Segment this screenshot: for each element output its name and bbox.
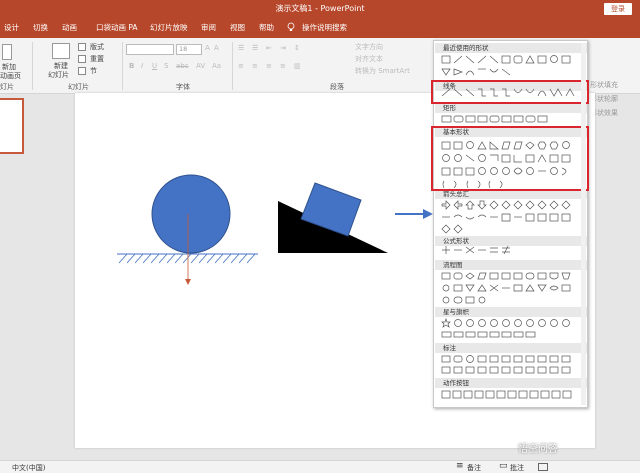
align-right-icon[interactable]: ≡ [266,62,272,70]
new-slide-icon[interactable] [52,43,70,59]
align-left-icon[interactable]: ≡ [238,62,244,70]
tell-me-search[interactable]: 操作说明搜索 [302,22,347,33]
separator [122,42,123,90]
group-label-slides: 幻灯片 [68,83,89,91]
basic-shapes-highlight-box [431,126,589,191]
tab-view[interactable]: 视图 [230,22,245,33]
shape-fill-button[interactable]: 形状填充 [590,80,640,90]
grow-font-icon[interactable]: A [205,44,210,52]
section-icon [78,67,86,75]
columns-icon[interactable]: ▥ [294,62,301,70]
notes-button[interactable]: 备注 [467,463,481,473]
slide-thumbnail-pane [0,94,28,460]
layout-button[interactable]: 版式 [90,42,104,52]
watermark-text: 悟空问答 [518,444,558,455]
separator [32,42,33,90]
normal-view-button[interactable] [538,463,548,471]
increase-indent-icon[interactable]: ⇥ [280,44,286,52]
shapes-gallery[interactable]: 最近使用的形状 线条 矩形 基本形状 箭头总汇 公式形状 流程图 星与旗帜 标注… [431,40,589,408]
italic-button[interactable]: I [141,62,143,70]
group-label-paragraph: 段落 [330,83,344,91]
char-spacing-icon[interactable]: AV [196,62,205,70]
tab-design[interactable]: 设计 [4,22,19,33]
slide-thumbnail[interactable] [0,98,24,154]
pointer-arrow-head [423,209,433,219]
shape-effects-button[interactable]: 形状效果 [590,108,640,118]
shrink-font-icon[interactable]: A [214,44,219,52]
separator [232,42,233,90]
bold-button[interactable]: B [129,62,134,70]
tab-help[interactable]: 帮助 [259,22,274,33]
font-name-combo[interactable] [126,44,174,55]
convert-smartart-button[interactable]: 转换为 SmartArt [355,66,410,76]
change-case-icon[interactable]: Aa [212,62,221,70]
ribbon-tabs: 设计 切换 动画 口袋动画 PA 幻灯片放映 审阅 视图 帮助 操作说明搜索 [0,18,640,38]
login-button[interactable]: 登录 [604,3,632,15]
title-bar: 演示文稿1 - PowerPoint 登录 [0,0,640,18]
tab-review[interactable]: 审阅 [201,22,216,33]
text-direction-button[interactable]: 文字方向 [355,42,383,52]
align-text-button[interactable]: 对齐文本 [355,54,383,64]
add-animation-icon[interactable] [2,44,12,60]
window-title: 演示文稿1 - PowerPoint [275,4,365,13]
section-button[interactable]: 节 [90,66,97,76]
blue-circle-shape[interactable] [151,174,231,254]
status-bar: 中文(中国) ≡ 备注 ▭ 批注 [0,460,640,473]
tab-animations[interactable]: 动画 [62,22,77,33]
group-label-font: 字体 [176,83,190,91]
language-indicator[interactable]: 中文(中国) [12,463,45,473]
lines-highlight-box [431,80,589,104]
justify-icon[interactable]: ≡ [280,62,286,70]
group-label-left: 灯片 [0,83,14,91]
underline-button[interactable]: U [152,62,157,70]
layout-icon [78,43,86,51]
gallery-scrollbar[interactable] [581,43,586,405]
shape-styles-peek: 形状填充 形状轮廓 形状效果 [590,78,640,118]
reset-button[interactable]: 重置 [90,54,104,64]
tab-pocket-animation[interactable]: 口袋动画 PA [96,22,138,33]
shadow-button[interactable]: S [164,62,168,70]
decrease-indent-icon[interactable]: ⇤ [266,44,272,52]
new-slide-label2[interactable]: 幻灯片 [48,70,69,80]
strikethrough-button[interactable]: abc [176,62,189,70]
shape-outline-button[interactable]: 形状轮廓 [590,94,640,104]
lightbulb-icon [287,22,295,31]
comments-button[interactable]: 批注 [510,463,524,473]
ground-hatch [118,253,256,264]
force-arrow-head [185,279,191,285]
font-size-combo[interactable]: 18 [176,44,202,55]
comments-icon: ▭ [499,461,508,471]
numbering-icon[interactable]: ☰ [252,44,258,52]
bullets-icon[interactable]: ☰ [238,44,244,52]
add-animation-label2: 动画页 [0,72,21,80]
line-spacing-icon[interactable]: ↕ [294,44,300,52]
reset-icon [78,55,86,63]
tab-transitions[interactable]: 切换 [33,22,48,33]
align-center-icon[interactable]: ≡ [252,62,258,70]
tab-slideshow[interactable]: 幻灯片放映 [150,22,188,33]
notes-icon: ≡ [456,461,464,471]
